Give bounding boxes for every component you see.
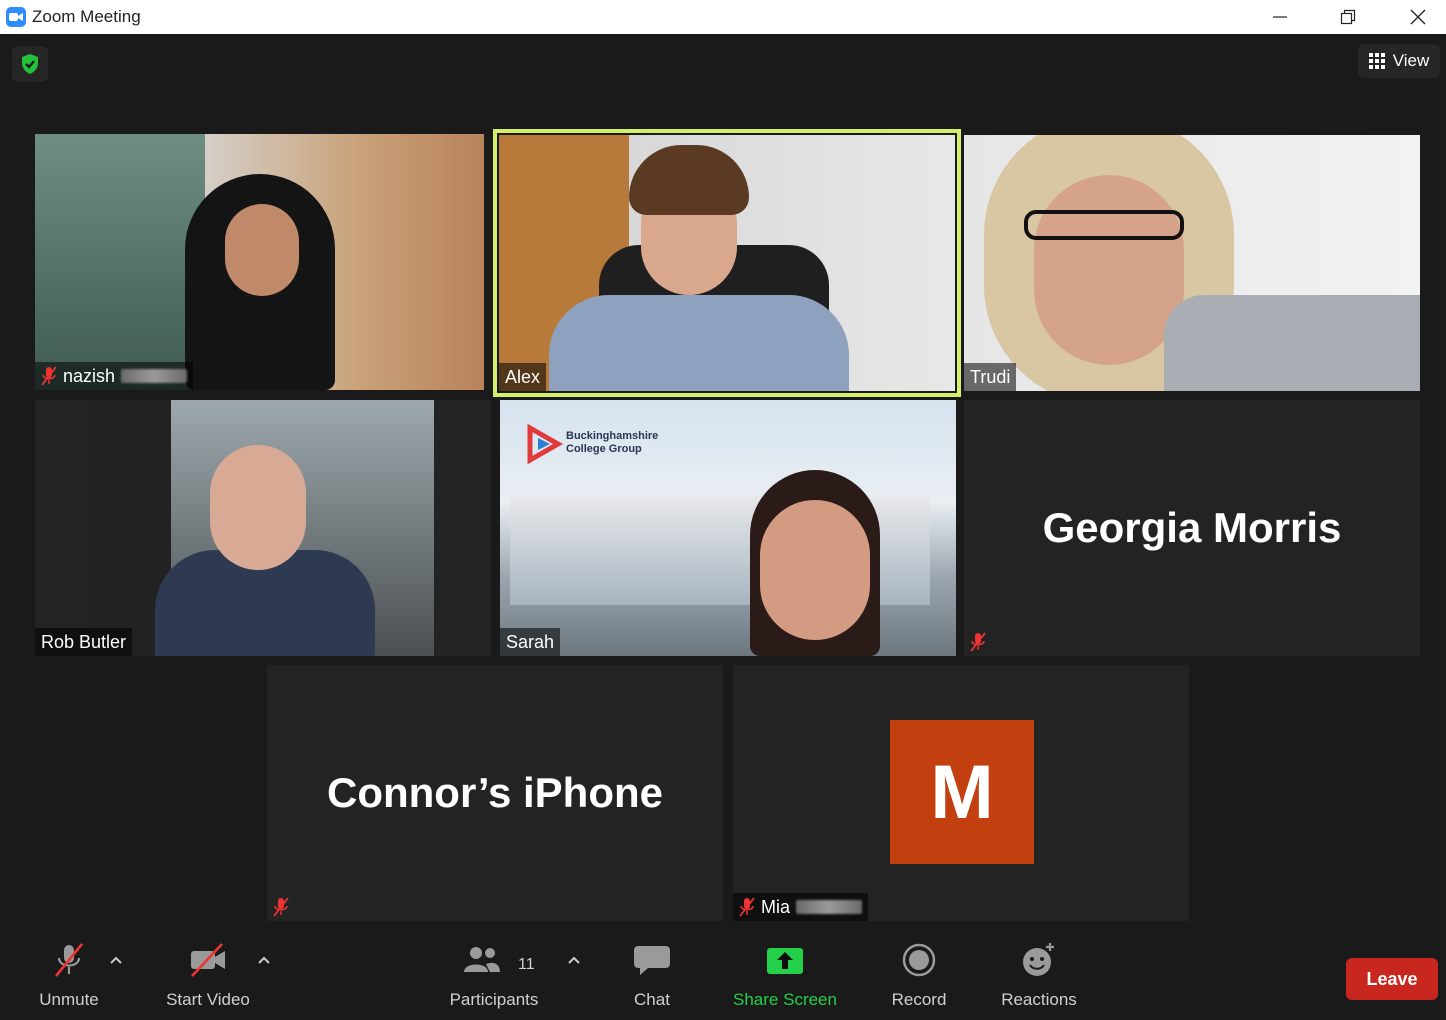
video-tile-georgia-morris[interactable]: Georgia Morris — [964, 400, 1420, 656]
buckinghamshire-logo-icon — [527, 424, 564, 464]
restore-button[interactable] — [1314, 0, 1382, 34]
participant-name: Sarah — [506, 631, 555, 652]
participant-name-tag: nazish — [35, 362, 194, 390]
participant-name: Mia — [761, 896, 791, 917]
audio-options-chevron-up-icon[interactable] — [108, 952, 124, 968]
video-tile-rob-butler[interactable]: Rob Butler — [35, 400, 491, 656]
window-title: Zoom Meeting — [32, 7, 141, 26]
video-feed-face — [760, 500, 870, 640]
video-tile-nazish[interactable]: nazish — [35, 134, 484, 390]
start-video-label: Start Video — [166, 990, 250, 1009]
share-screen-arrow-icon — [767, 948, 803, 974]
restore-icon — [1340, 9, 1356, 25]
participant-name-tag: Rob Butler — [35, 628, 133, 656]
share-screen-label: Share Screen — [733, 990, 837, 1009]
mic-muted-icon — [739, 897, 755, 917]
participant-name: nazish — [63, 365, 116, 386]
video-tile-connors-iphone[interactable]: Connor’s iPhone — [267, 665, 723, 921]
participant-display-name: Connor’s iPhone — [327, 769, 663, 816]
participant-name-tag: Sarah — [500, 628, 561, 656]
video-tile-trudi[interactable]: Trudi — [964, 135, 1420, 391]
unmute-button[interactable]: Unmute — [34, 942, 104, 1012]
participants-options-chevron-up-icon[interactable] — [566, 952, 582, 968]
start-video-button[interactable]: Start Video — [160, 942, 256, 1012]
title-bar: Zoom Meeting — [0, 0, 1446, 34]
close-button[interactable] — [1384, 0, 1446, 34]
unmute-label: Unmute — [39, 990, 99, 1009]
participant-name: Trudi — [970, 366, 1011, 387]
leave-button[interactable]: Leave — [1346, 958, 1438, 1000]
add-reaction-icon — [1023, 943, 1054, 976]
meeting-toolbar: Unmute Start Video Participants 11 Chat — [0, 932, 1446, 1020]
minimize-button[interactable] — [1246, 0, 1314, 34]
zoom-app-icon — [6, 7, 26, 27]
redacted-name-blur — [796, 900, 863, 914]
view-label: View — [1392, 51, 1430, 70]
mic-muted-icon — [41, 366, 57, 386]
mic-muted-icon — [970, 632, 986, 652]
minimize-icon — [1273, 16, 1287, 18]
view-button[interactable]: View — [1358, 44, 1440, 78]
chat-bubble-icon — [634, 946, 670, 975]
video-tile-sarah[interactable]: Buckinghamshire College Group Sarah — [500, 400, 956, 656]
participants-icon — [464, 947, 500, 972]
participant-display-name: Georgia Morris — [1042, 504, 1342, 551]
participant-name-tag: Mia — [733, 893, 869, 921]
grid-icon — [1368, 53, 1385, 69]
record-button[interactable]: Record — [888, 942, 950, 1012]
record-icon — [902, 943, 936, 977]
record-label: Record — [891, 990, 947, 1009]
video-off-icon — [191, 943, 225, 977]
mic-muted-icon — [273, 897, 289, 917]
share-screen-button[interactable]: Share Screen — [730, 942, 840, 1012]
video-feed-arm — [1164, 295, 1420, 391]
avatar: M — [890, 720, 1034, 864]
chat-label: Chat — [634, 990, 670, 1009]
participant-name-tag — [267, 893, 295, 921]
shield-check-icon — [22, 54, 38, 74]
reactions-button[interactable]: Reactions — [998, 942, 1080, 1012]
background-logo-text: Buckinghamshire College Group — [566, 430, 659, 455]
reactions-label: Reactions — [1001, 990, 1077, 1009]
video-feed-face — [225, 204, 299, 296]
video-feed-glasses — [1024, 210, 1184, 240]
participant-count-badge: 11 — [518, 956, 535, 973]
chat-button[interactable]: Chat — [626, 942, 678, 1012]
participants-label: Participants — [449, 990, 539, 1009]
participants-button[interactable]: Participants — [444, 942, 544, 1012]
video-feed-face — [210, 445, 306, 570]
mic-muted-icon — [54, 943, 84, 977]
security-shield-button[interactable] — [12, 46, 48, 82]
video-options-chevron-up-icon[interactable] — [256, 952, 272, 968]
participant-name: Rob Butler — [41, 631, 127, 652]
redacted-name-blur — [121, 369, 188, 383]
video-feed-background — [35, 134, 205, 390]
participant-name-tag: Trudi — [964, 363, 1017, 391]
video-feed-face — [1034, 175, 1184, 365]
active-speaker-frame — [493, 129, 961, 397]
participant-name-tag — [964, 628, 992, 656]
close-icon — [1410, 9, 1426, 25]
